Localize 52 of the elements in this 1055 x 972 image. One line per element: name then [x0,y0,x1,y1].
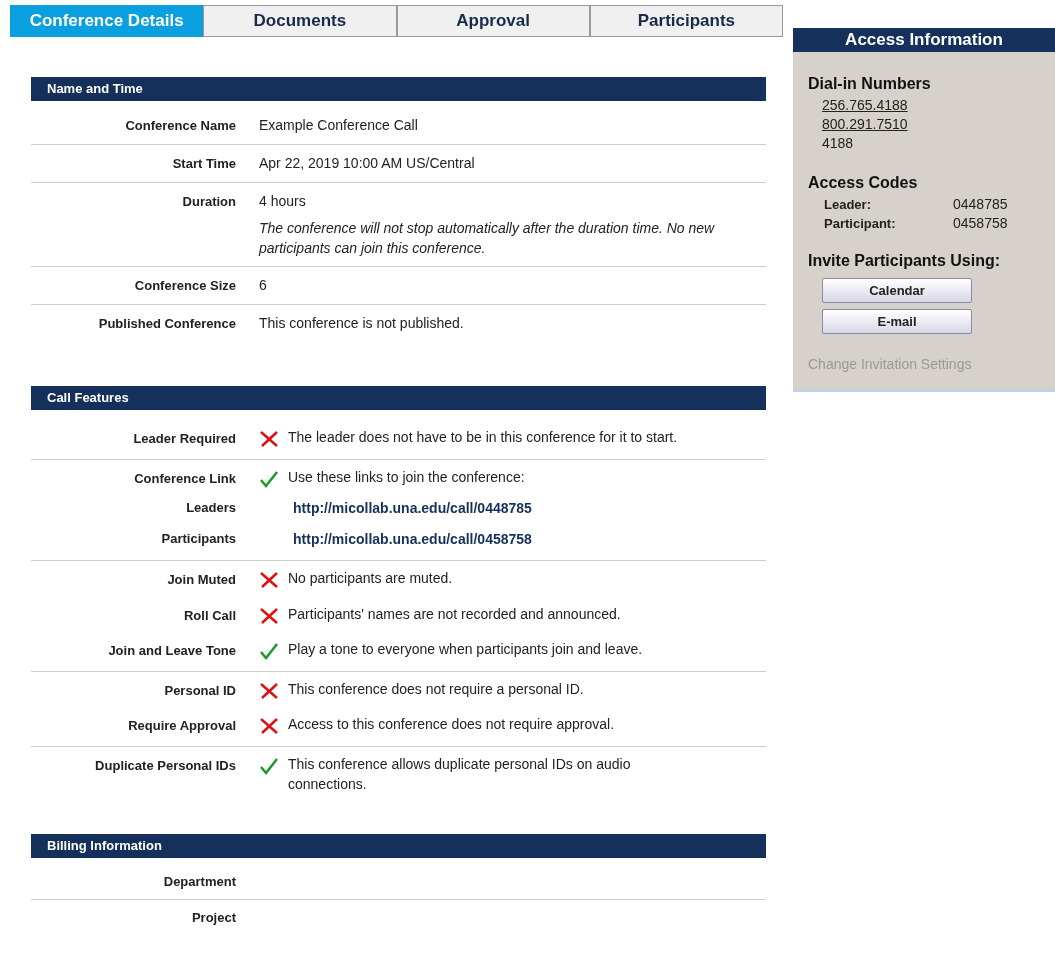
panel-title: Access Information [793,28,1055,52]
field-label: Department [162,872,236,891]
feature-label: Duplicate Personal IDs [94,756,236,775]
note-text: The conference will not stop automatically after the duration time. No new participants can join this conference. [259,219,716,258]
tab[interactable]: Participants [589,5,783,37]
feature-description: No participants are muted. [288,569,453,588]
section-title: Access Codes [808,173,919,193]
invite-button[interactable]: Calendar [822,278,972,303]
feature-description: Use these links to join the conference: [288,467,525,487]
field-value: Example Conference Call [259,116,418,135]
invite-button[interactable]: E-mail [822,309,972,334]
field-label: Start Time [171,155,236,173]
section-header: Billing Information [31,833,766,858]
field-value: 6 [259,276,267,295]
section-title: Invite Participants Using: [808,251,1002,271]
feature-label: Join Muted [166,571,236,589]
field-label: Duration [181,193,236,211]
code-value: 0448785 [953,195,1008,214]
feature-description: The leader does not have to be in this conference for it to start. [288,428,678,447]
field-label: Published Conference [97,315,236,333]
field-label: Conference Size [133,277,236,295]
section-title: Dial-in Numbers [808,74,932,94]
feature-label: Personal ID [163,681,236,700]
feature-description: This conference allows duplicate personal IDs on audio connections. [288,754,632,794]
feature-description: Play a tone to everyone when participants join and leave. [288,640,643,659]
section-header: Call Features [31,386,766,410]
conference-link[interactable]: http://micollab.una.edu/call/0448785 [293,498,532,519]
tab[interactable]: Documents [203,5,397,37]
phone-number: 4188 [822,134,854,153]
feature-label: Leader Required [132,430,236,448]
code-label: Participant: [824,215,897,233]
feature-description: This conference does not require a personal ID. [288,679,584,699]
field-label: Conference Name [124,117,236,135]
field-label: Project [190,909,236,927]
feature-label: Roll Call [183,606,236,625]
feature-label: Require Approval [127,717,236,735]
tab[interactable]: Approval [396,5,590,37]
field-value: Apr 22, 2019 10:00 AM US/Central [259,154,475,173]
field-value: This conference is not published. [259,314,464,333]
feature-description: Access to this conference does not require approval. [288,715,615,734]
code-value: 0458758 [953,214,1008,233]
field-value: 4 hours [259,192,307,211]
feature-description: Participants' names are not recorded and announced. [288,604,621,624]
feature-label: Join and Leave Tone [107,642,236,660]
conference-link[interactable]: http://micollab.una.edu/call/0458758 [293,529,532,550]
link-label: Leaders [185,499,236,517]
feature-label: Conference Link [133,469,236,488]
code-label: Leader: [824,196,872,214]
phone-link[interactable]: 800.291.7510 [822,115,908,134]
phone-link[interactable]: 256.765.4188 [822,96,908,115]
section-header: Name and Time [31,77,766,101]
link-label: Participants [160,530,236,548]
